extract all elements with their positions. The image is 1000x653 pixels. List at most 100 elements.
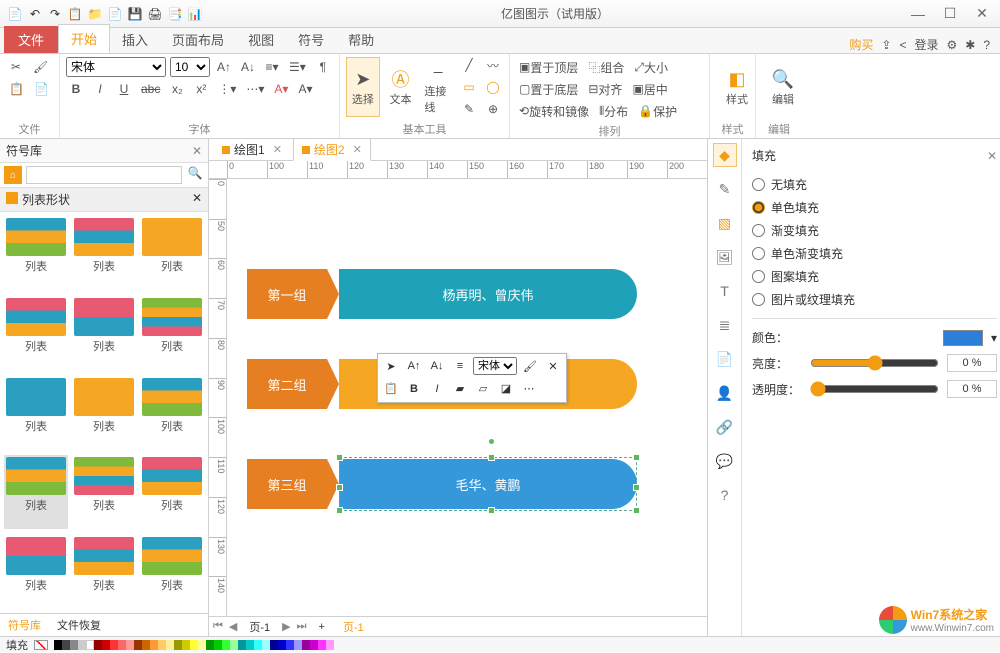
fill-tab-icon[interactable]: ◆: [713, 143, 737, 167]
fill-option-mono-gradient[interactable]: 单色渐变填充: [752, 245, 997, 262]
shape-item[interactable]: 列表: [4, 376, 68, 450]
tab-start[interactable]: 开始: [58, 24, 110, 53]
para-icon[interactable]: ¶: [313, 57, 333, 77]
tab-view[interactable]: 视图: [236, 26, 286, 53]
ft-copy-icon[interactable]: 📋: [381, 380, 401, 398]
superscript-button[interactable]: x²: [191, 79, 211, 99]
style-button[interactable]: ◧样式: [716, 57, 758, 117]
comment-tab-icon[interactable]: 💬: [713, 449, 737, 473]
tab-symbol-library[interactable]: 符号库: [0, 614, 49, 636]
buy-link[interactable]: 购买: [849, 36, 873, 53]
font-color-icon[interactable]: A▾: [271, 79, 291, 99]
symbol-search-input[interactable]: [26, 166, 182, 184]
list-icon[interactable]: ☰▾: [286, 57, 309, 77]
rect-tool-icon[interactable]: ▭: [459, 77, 479, 97]
pen-tool-icon[interactable]: ✎: [459, 99, 479, 119]
copy-icon[interactable]: 📋: [6, 79, 27, 99]
page-next-icon[interactable]: ▶: [282, 620, 290, 633]
doc-tab-2[interactable]: 绘图2✕: [293, 138, 371, 161]
qat-print-icon[interactable]: 🖨: [146, 5, 164, 23]
close-button[interactable]: ✕: [970, 4, 994, 24]
line-tool-icon[interactable]: ╱: [459, 55, 479, 75]
qat-doc-icon[interactable]: 📄: [106, 5, 124, 23]
anchor-tool-icon[interactable]: ⊕: [483, 99, 503, 119]
shape-item[interactable]: 列表: [72, 296, 136, 370]
ft-brush-icon[interactable]: 🖌: [520, 357, 540, 375]
tab-file-recovery[interactable]: 文件恢复: [49, 614, 109, 636]
shape-item[interactable]: 列表: [4, 296, 68, 370]
brush-icon[interactable]: 🖌: [30, 57, 51, 77]
link-tab-icon[interactable]: 🔗: [713, 415, 737, 439]
ft-more-icon[interactable]: ⋯: [519, 380, 539, 398]
ft-font-grow-icon[interactable]: A↑: [404, 357, 424, 375]
tab-close-icon[interactable]: ✕: [273, 143, 282, 156]
select-tool[interactable]: ➤选择: [346, 57, 380, 117]
fill-option-solid[interactable]: 单色填充: [752, 199, 997, 216]
shape-item[interactable]: 列表: [140, 376, 204, 450]
qat-undo-icon[interactable]: ↶: [26, 5, 44, 23]
qat-new-icon[interactable]: 📄: [6, 5, 24, 23]
qat-paste-icon[interactable]: 📋: [66, 5, 84, 23]
align-icon[interactable]: ≡▾: [262, 57, 282, 77]
align-button[interactable]: ⊟ 对齐: [585, 79, 625, 99]
bold-button[interactable]: B: [66, 79, 86, 99]
text-tab-icon[interactable]: T: [713, 279, 737, 303]
shape-item[interactable]: 列表: [72, 216, 136, 290]
edit-button[interactable]: 🔍编辑: [762, 57, 804, 117]
qat-open-icon[interactable]: 📁: [86, 5, 104, 23]
minimize-button[interactable]: —: [906, 4, 930, 24]
qat-more-icon[interactable]: 📊: [186, 5, 204, 23]
layer-tab-icon[interactable]: ≣: [713, 313, 737, 337]
shape-item[interactable]: 列表: [140, 455, 204, 529]
connector-tool[interactable]: ⎯连接线: [421, 57, 455, 117]
line-tab-icon[interactable]: ✎: [713, 177, 737, 201]
ft-shadow-icon[interactable]: ◪: [496, 380, 516, 398]
qat-copy-icon[interactable]: 📑: [166, 5, 184, 23]
shape-item-selected[interactable]: 列表: [4, 455, 68, 529]
doc-tab-1[interactable]: 绘图1✕: [213, 138, 291, 161]
shape-item[interactable]: 列表: [72, 455, 136, 529]
protect-button[interactable]: 🔒 保护: [635, 101, 680, 121]
paste-icon[interactable]: 📄: [31, 79, 52, 99]
library-close-icon[interactable]: ✕: [192, 191, 202, 208]
italic-button[interactable]: I: [90, 79, 110, 99]
fill-option-texture[interactable]: 图片或纹理填充: [752, 291, 997, 308]
tab-symbol[interactable]: 符号: [286, 26, 336, 53]
image-tab-icon[interactable]: 🖼: [713, 245, 737, 269]
page-first-icon[interactable]: ⏮: [213, 620, 223, 633]
ft-line-icon[interactable]: ▱: [473, 380, 493, 398]
brightness-slider[interactable]: [810, 355, 939, 371]
share-icon[interactable]: ⇪: [881, 38, 891, 52]
ft-italic-icon[interactable]: I: [427, 380, 447, 398]
distribute-button[interactable]: ⫴ 分布: [596, 101, 631, 121]
bring-front-button[interactable]: ▣ 置于顶层: [516, 57, 581, 77]
font-size-select[interactable]: 10: [170, 57, 210, 77]
shape-item[interactable]: 列表: [140, 216, 204, 290]
no-fill-swatch[interactable]: [34, 640, 48, 650]
shape-item[interactable]: 列表: [140, 296, 204, 370]
rotate-button[interactable]: ⟲ 旋转和镜像: [516, 101, 592, 121]
rotate-handle[interactable]: [488, 438, 495, 445]
page-last-icon[interactable]: ⏭: [297, 620, 307, 633]
shape-item[interactable]: 列表: [140, 535, 204, 609]
brightness-value[interactable]: 0 %: [947, 354, 997, 372]
opacity-slider[interactable]: [810, 381, 939, 397]
subscript-button[interactable]: x₂: [167, 79, 187, 99]
indent-icon[interactable]: ⋯▾: [243, 79, 267, 99]
page-prev-icon[interactable]: ◀: [229, 620, 237, 633]
shadow-tab-icon[interactable]: ▧: [713, 211, 737, 235]
tab-insert[interactable]: 插入: [110, 26, 160, 53]
arrow-icon[interactable]: <: [899, 38, 906, 52]
cut-icon[interactable]: ✂: [6, 57, 26, 77]
panel-close-icon[interactable]: ✕: [192, 144, 202, 158]
ft-align-icon[interactable]: ≡: [450, 357, 470, 375]
strike-button[interactable]: abc: [138, 79, 163, 99]
ft-font-shrink-icon[interactable]: A↓: [427, 357, 447, 375]
search-icon[interactable]: 🔍: [186, 166, 204, 184]
maximize-button[interactable]: ☐: [938, 4, 962, 24]
shape-item[interactable]: 列表: [4, 535, 68, 609]
help-tab-icon[interactable]: ?: [713, 483, 737, 507]
tab-layout[interactable]: 页面布局: [160, 26, 236, 53]
home-icon[interactable]: ⌂: [4, 166, 22, 184]
center-button[interactable]: ▣ 居中: [629, 79, 670, 99]
